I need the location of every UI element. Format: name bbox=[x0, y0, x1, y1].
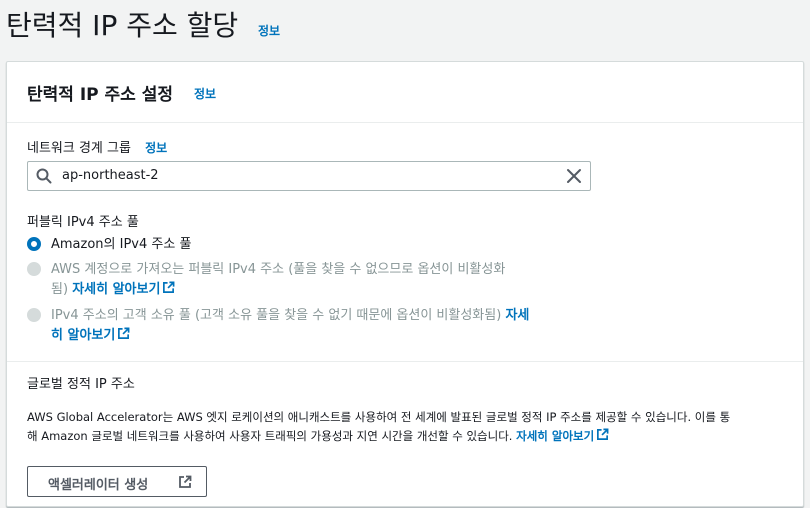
create-accelerator-button-label: 액셀러레이터 생성 bbox=[48, 478, 149, 493]
radio-disabled-indicator bbox=[27, 308, 41, 322]
public-ipv4-pool-label: 퍼블릭 IPv4 주소 풀 bbox=[27, 215, 139, 230]
description-line1: AWS Global Accelerator는 AWS 엣지 로케이션의 애니캐… bbox=[27, 410, 731, 424]
external-link-icon bbox=[179, 475, 192, 488]
page-title: 탄력적 IP 주소 할당 bbox=[6, 9, 239, 42]
global-accelerator-learn-more-link[interactable]: 자세히 알아보기 bbox=[516, 428, 609, 443]
byoip-learn-more-text: 자세히 알아보기 bbox=[72, 282, 161, 297]
elastic-ip-settings-panel: 탄력적 IP 주소 설정 정보 네트워크 경계 그룹 정보 퍼블릭 IPv4 주… bbox=[6, 61, 804, 507]
radio-disabled-indicator bbox=[27, 262, 41, 276]
coip-learn-more-link-part1[interactable]: 자세 bbox=[505, 308, 529, 323]
network-border-group-select[interactable] bbox=[27, 161, 591, 191]
radio-byoip-label: AWS 계정으로 가져오는 퍼블릭 IPv4 주소 (풀을 찾을 수 없으므로 … bbox=[51, 260, 505, 300]
radio-selected-indicator[interactable] bbox=[27, 237, 41, 251]
search-icon bbox=[36, 168, 52, 184]
external-link-icon bbox=[118, 327, 130, 339]
panel-header: 탄력적 IP 주소 설정 정보 bbox=[7, 62, 803, 123]
radio-coip-label: IPv4 주소의 고객 소유 풀 (고객 소유 풀을 찾을 수 없기 때문에 옵… bbox=[51, 306, 529, 346]
network-border-group-label-text: 네트워크 경계 그룹 bbox=[27, 141, 131, 156]
page-info-link[interactable]: 정보 bbox=[258, 22, 280, 39]
description-line2: 해 Amazon 글로벌 네트워크를 사용하여 사용자 트래픽의 가용성과 지연… bbox=[27, 429, 513, 443]
coip-learn-more-link-part2[interactable]: 히 알아보기 bbox=[51, 327, 130, 343]
network-border-group-input[interactable] bbox=[62, 168, 542, 183]
external-link-icon bbox=[163, 281, 175, 293]
section-divider bbox=[7, 361, 803, 362]
panel-info-link[interactable]: 정보 bbox=[194, 85, 216, 102]
network-border-group-label: 네트워크 경계 그룹 정보 bbox=[27, 137, 167, 156]
radio-byoip-line1: AWS 계정으로 가져오는 퍼블릭 IPv4 주소 (풀을 찾을 수 없으므로 … bbox=[51, 262, 506, 277]
external-link-icon bbox=[597, 428, 609, 440]
network-border-group-info-link[interactable]: 정보 bbox=[145, 141, 167, 155]
radio-byoip-line2: 됨) bbox=[51, 282, 69, 297]
create-accelerator-button[interactable]: 액셀러레이터 생성 bbox=[27, 466, 207, 497]
clear-icon[interactable] bbox=[566, 168, 582, 184]
byoip-learn-more-link[interactable]: 자세히 알아보기 bbox=[72, 281, 175, 297]
global-static-ip-label: 글로벌 정적 IP 주소 bbox=[27, 377, 135, 392]
global-accelerator-description: AWS Global Accelerator는 AWS 엣지 로케이션의 애니캐… bbox=[27, 408, 795, 446]
radio-amazon-pool-label: Amazon의 IPv4 주소 풀 bbox=[51, 237, 192, 252]
panel-title: 탄력적 IP 주소 설정 bbox=[27, 85, 174, 105]
global-accelerator-learn-more-text: 자세히 알아보기 bbox=[516, 429, 595, 443]
radio-coip-line1: IPv4 주소의 고객 소유 풀 (고객 소유 풀을 찾을 수 없기 때문에 옵… bbox=[51, 308, 502, 323]
coip-learn-more-text: 히 알아보기 bbox=[51, 328, 116, 343]
